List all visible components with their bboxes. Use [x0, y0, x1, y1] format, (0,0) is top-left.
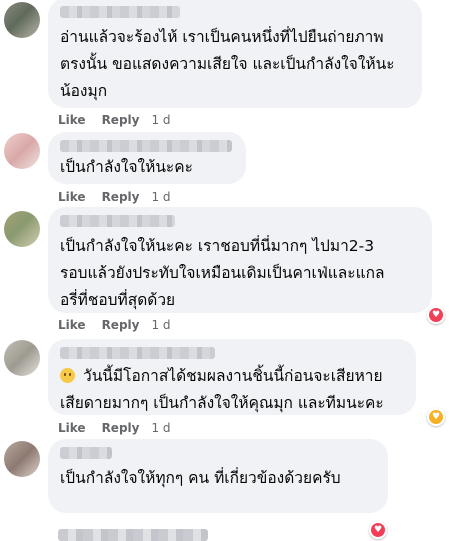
timestamp[interactable]: 1 d	[151, 421, 170, 435]
care-icon: ♥	[429, 410, 443, 424]
reaction-badge[interactable]: ♥	[427, 408, 445, 426]
comment-bubble: อ่านแล้วจะร้องไห้ เราเป็นคนหนึ่งที่ไปยืน…	[48, 0, 422, 108]
avatar[interactable]	[4, 211, 40, 247]
reply-preview-redacted[interactable]	[58, 529, 208, 541]
comment-bubble: เป็นกำลังใจให้นะคะ	[48, 132, 246, 184]
comment-text-body: วันนี้มีโอกาสได้ชมผลงานชิ้นนี้ก่อนจะเสีย…	[60, 367, 384, 412]
reaction-badge[interactable]: ♥	[427, 306, 445, 324]
comment-actions: Like Reply 1 d	[58, 318, 187, 332]
author-name-redacted[interactable]	[60, 447, 112, 459]
comment-actions: Like Reply 1 d	[58, 190, 187, 204]
reply-button[interactable]: Reply	[102, 190, 140, 204]
timestamp[interactable]: 1 d	[151, 190, 170, 204]
comment-bubble: เป็นกำลังใจให้นะคะ เราชอบที่นี่มากๆ ไปมา…	[48, 207, 432, 313]
comment-text: อ่านแล้วจะร้องไห้ เราเป็นคนหนึ่งที่ไปยืน…	[60, 28, 395, 100]
like-button[interactable]: Like	[58, 318, 86, 332]
author-name-redacted[interactable]	[60, 6, 180, 18]
author-name-redacted[interactable]	[60, 347, 215, 359]
timestamp[interactable]: 1 d	[151, 113, 170, 127]
heart-icon: ♥	[429, 308, 443, 322]
heart-icon: ♥	[371, 523, 385, 537]
comment-actions: Like Reply 1 d	[58, 113, 187, 127]
comment-bubble: เป็นกำลังใจให้ทุกๆ คน ที่เกี่ยวข้องด้วยค…	[48, 439, 388, 513]
reply-button[interactable]: Reply	[102, 318, 140, 332]
author-name-redacted[interactable]	[60, 215, 175, 227]
comment-text: วันนี้มีโอกาสได้ชมผลงานชิ้นนี้ก่อนจะเสีย…	[60, 363, 404, 417]
reply-button[interactable]: Reply	[102, 113, 140, 127]
avatar[interactable]	[4, 340, 40, 376]
comment-actions: Like Reply 1 d	[58, 421, 187, 435]
comment-bubble: วันนี้มีโอกาสได้ชมผลงานชิ้นนี้ก่อนจะเสีย…	[48, 339, 416, 415]
sad-face-icon	[60, 368, 75, 383]
like-button[interactable]: Like	[58, 190, 86, 204]
comment-text: เป็นกำลังใจให้ทุกๆ คน ที่เกี่ยวข้องด้วยค…	[60, 469, 341, 487]
timestamp[interactable]: 1 d	[151, 318, 170, 332]
like-button[interactable]: Like	[58, 113, 86, 127]
like-button[interactable]: Like	[58, 421, 86, 435]
author-name-redacted[interactable]	[60, 140, 232, 152]
avatar[interactable]	[4, 441, 40, 477]
avatar[interactable]	[4, 2, 40, 38]
avatar[interactable]	[4, 133, 40, 169]
comment-text: เป็นกำลังใจให้นะคะ เราชอบที่นี่มากๆ ไปมา…	[60, 237, 385, 309]
comment-text: เป็นกำลังใจให้นะคะ	[60, 158, 193, 176]
reaction-badge[interactable]: ♥	[369, 521, 387, 539]
reply-button[interactable]: Reply	[102, 421, 140, 435]
